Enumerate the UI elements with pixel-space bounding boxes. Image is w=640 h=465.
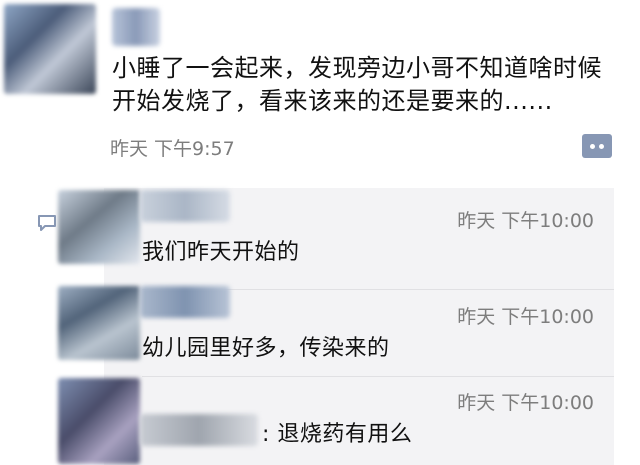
- comment-time: 昨天 下午10:00: [457, 306, 594, 328]
- comment-item: 昨天 下午10:00 : 退烧药有用么: [58, 370, 614, 465]
- commenter-avatar[interactable]: [58, 190, 140, 264]
- comment-text: : 退烧药有用么: [262, 422, 413, 447]
- post-author-name[interactable]: [112, 8, 160, 46]
- commenter-avatar[interactable]: [58, 378, 140, 464]
- post-avatar[interactable]: [4, 4, 96, 94]
- more-dots-icon[interactable]: [582, 134, 612, 158]
- comments-section: 昨天 下午10:00 我们昨天开始的 昨天 下午10:00 幼儿园里好多，传染来…: [58, 188, 614, 465]
- post-text: 小睡了一会起来，发现旁边小哥不知道啥时候开始发烧了，看来该来的还是要来的....…: [112, 54, 602, 115]
- comment-text: 幼儿园里好多，传染来的: [142, 336, 390, 361]
- comment-text: 我们昨天开始的: [142, 240, 300, 265]
- comment-time: 昨天 下午10:00: [457, 210, 594, 232]
- commenter-name[interactable]: [140, 286, 230, 318]
- commenter-name[interactable]: [140, 190, 230, 222]
- post-time: 昨天 下午9:57: [110, 138, 235, 160]
- commenter-avatar[interactable]: [58, 286, 140, 360]
- comment-time: 昨天 下午10:00: [457, 392, 594, 414]
- comment-item: 昨天 下午10:00 幼儿园里好多，传染来的: [58, 284, 614, 380]
- comment-bubble-icon: [38, 215, 56, 231]
- comment-item: 昨天 下午10:00 我们昨天开始的: [58, 188, 614, 284]
- commenter-name[interactable]: [140, 414, 258, 446]
